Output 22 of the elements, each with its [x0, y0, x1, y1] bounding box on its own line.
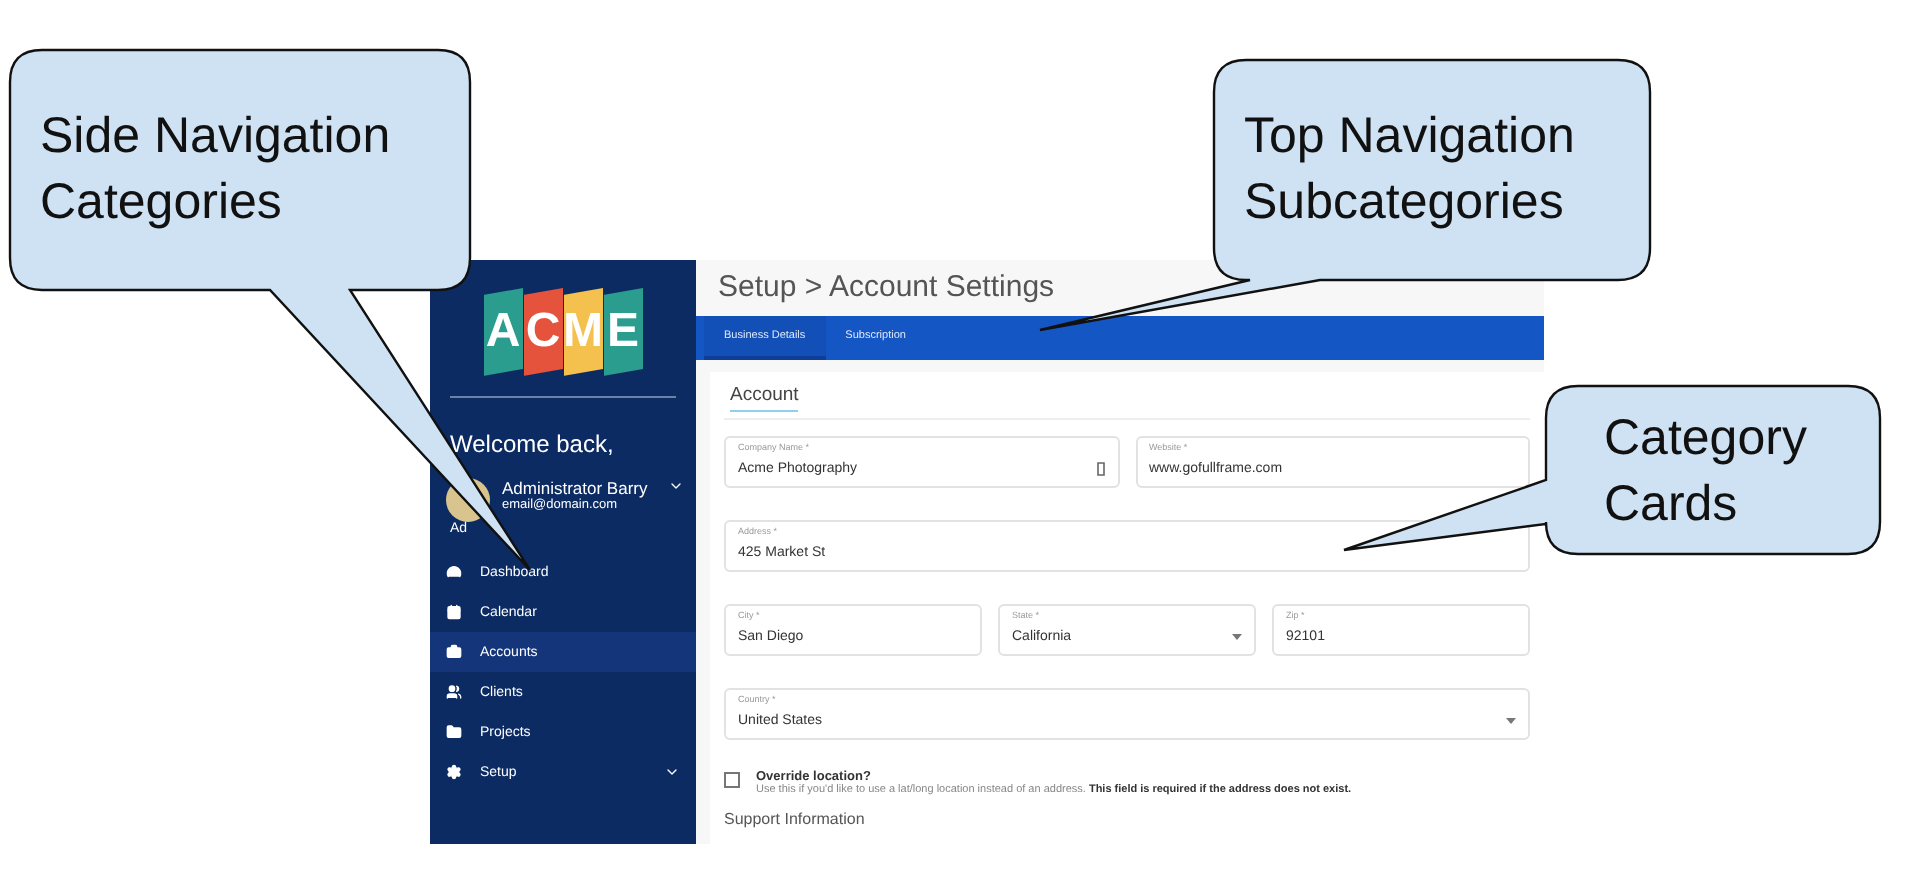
logo-letter: A — [483, 288, 523, 376]
logo-letter: E — [603, 288, 643, 376]
dropdown-icon — [1232, 634, 1242, 640]
dropdown-icon — [1506, 718, 1516, 724]
callout-text: Side Navigation Categories — [40, 106, 393, 234]
callout-text: Category Cards — [1604, 408, 1809, 536]
welcome-text: Welcome back, — [448, 430, 616, 458]
checkbox[interactable] — [724, 772, 740, 788]
settings-icon — [446, 764, 462, 780]
users-icon — [446, 684, 462, 700]
page-title: Setup > Account Settings — [716, 268, 1057, 308]
gauge-icon — [446, 564, 462, 580]
user-name: Administrator Barry — [502, 478, 650, 498]
folder-icon — [446, 724, 462, 740]
callout-text: Top Navigation Subcategories — [1244, 106, 1577, 234]
section-heading: Support Information — [724, 810, 867, 828]
card-title: Account — [730, 384, 799, 412]
logo-letter: M — [563, 288, 603, 376]
logo-letter: C — [523, 288, 563, 376]
briefcase-icon — [446, 644, 462, 660]
calendar-icon — [446, 604, 462, 620]
chevron-icon[interactable] — [668, 478, 684, 494]
